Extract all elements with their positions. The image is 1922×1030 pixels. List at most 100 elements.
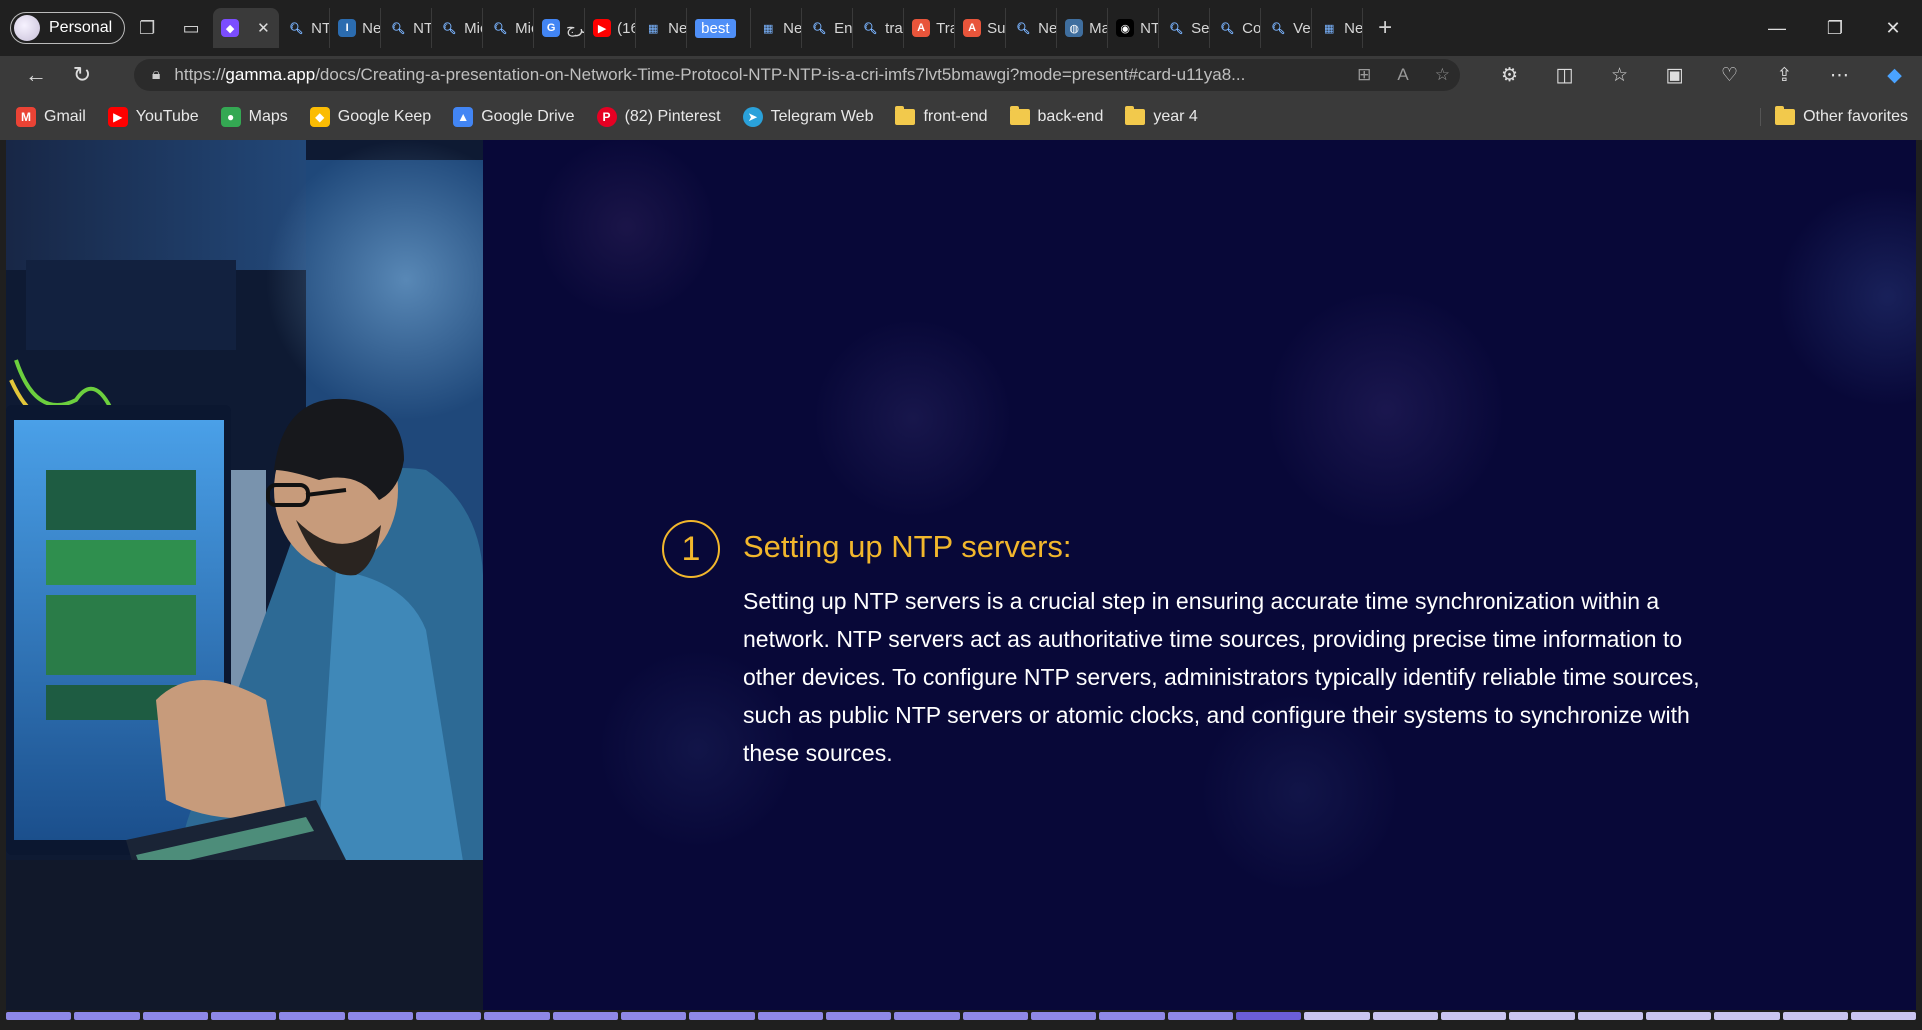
progress-segment[interactable] xyxy=(1372,1012,1438,1020)
tab-bar: Personal ❐ ▭ ◆✕🔍︎NTIINet🔍︎NTI🔍︎Mic🔍︎MicG… xyxy=(0,0,1922,56)
back-button[interactable]: ← xyxy=(14,58,58,92)
extensions-icon[interactable]: ⚙ xyxy=(1482,64,1537,87)
progress-segment[interactable] xyxy=(1714,1012,1780,1020)
progress-segment[interactable] xyxy=(1030,1012,1097,1020)
profile-button[interactable]: Personal xyxy=(10,12,126,44)
address-bar[interactable]: 🔒︎ https://gamma.app/docs/Creating-a-pre… xyxy=(133,59,1460,91)
progress-segment[interactable] xyxy=(1167,1012,1233,1020)
browser-tab[interactable]: 🔍︎ Mic xyxy=(483,8,535,48)
progress-segment[interactable] xyxy=(6,1012,72,1020)
tab-label: Nev xyxy=(783,19,803,37)
progress-segment[interactable] xyxy=(74,1012,140,1020)
other-favorites[interactable]: Other favorites xyxy=(1760,106,1908,126)
progress-segment[interactable] xyxy=(1645,1012,1712,1020)
close-tab-icon[interactable]: ✕ xyxy=(257,19,270,37)
progress-segment[interactable] xyxy=(1509,1012,1575,1020)
browser-tab[interactable]: 🔍︎ trai xyxy=(853,8,905,48)
progress-segment[interactable] xyxy=(757,1012,823,1020)
tab-label: Mic xyxy=(515,19,533,37)
read-aloud-icon[interactable]: A xyxy=(1397,65,1408,85)
browser-tab[interactable]: 🔍︎ NTI xyxy=(381,8,433,48)
favorites-icon[interactable]: ☆ xyxy=(1592,64,1647,87)
progress-segment[interactable] xyxy=(620,1012,687,1020)
tab-label: best xyxy=(695,18,736,38)
bookmark-item[interactable]: back-end xyxy=(1009,106,1103,126)
workspaces-icon[interactable]: ❐ xyxy=(125,8,169,48)
progress-segment[interactable] xyxy=(1235,1012,1302,1020)
progress-segment[interactable] xyxy=(552,1012,618,1020)
favorite-star-icon[interactable]: ☆ xyxy=(1435,65,1450,85)
browser-tab[interactable]: ◍ Ma xyxy=(1057,8,1109,48)
app-available-icon[interactable]: ⊞ xyxy=(1357,65,1371,85)
browser-tab[interactable]: ◉ NTI xyxy=(1108,8,1160,48)
url-text[interactable]: https://gamma.app/docs/Creating-a-presen… xyxy=(174,65,1331,85)
profile-label: Personal xyxy=(49,19,113,36)
lock-icon[interactable]: 🔒︎ xyxy=(152,66,161,84)
progress-segment[interactable] xyxy=(210,1012,277,1020)
refresh-button[interactable]: ↻ xyxy=(60,58,104,92)
browser-tab[interactable]: 🔍︎ Set xyxy=(1159,8,1211,48)
progress-segment[interactable] xyxy=(279,1012,345,1020)
close-window-button[interactable]: ✕ xyxy=(1864,0,1922,56)
bookmark-item[interactable]: front-end xyxy=(895,106,988,126)
browser-tab[interactable]: I Net xyxy=(330,8,382,48)
progress-segment[interactable] xyxy=(1099,1012,1165,1020)
browser-tab[interactable]: 🔍︎ Ne xyxy=(1006,8,1058,48)
slide-progress-bar[interactable] xyxy=(6,1012,1917,1020)
browser-tab[interactable]: A Sur xyxy=(955,8,1007,48)
search-icon: 🔍︎ xyxy=(1271,22,1286,35)
progress-segment[interactable] xyxy=(1782,1012,1848,1020)
copilot-icon[interactable]: ◆ xyxy=(1867,64,1922,87)
tab-label: NTI xyxy=(1140,19,1158,37)
search-icon: 🔍︎ xyxy=(1220,22,1235,35)
bookmark-item[interactable]: year 4 xyxy=(1125,106,1198,126)
browser-tab[interactable]: 🔍︎ Co xyxy=(1210,8,1262,48)
tab-label: trai xyxy=(885,19,905,37)
progress-segment[interactable] xyxy=(962,1012,1028,1020)
bookmark-item[interactable]: ● Maps xyxy=(220,107,288,127)
restore-button[interactable]: ❐ xyxy=(1806,0,1864,56)
progress-segment[interactable] xyxy=(1304,1012,1370,1020)
bookmark-item[interactable]: ◆ Google Keep xyxy=(309,107,431,127)
browser-tab[interactable]: ▦ Nev xyxy=(751,8,803,48)
tab-actions-icon[interactable]: ▭ xyxy=(169,8,213,48)
browser-tab[interactable]: G ترج xyxy=(534,8,586,48)
bookmark-item[interactable]: ▲ Google Drive xyxy=(453,107,575,127)
browser-tab[interactable]: ▦ Ne xyxy=(1312,8,1364,48)
progress-segment[interactable] xyxy=(689,1012,755,1020)
collections-icon[interactable]: ▣ xyxy=(1647,64,1702,87)
progress-segment[interactable] xyxy=(1577,1012,1643,1020)
browser-tab[interactable]: A Tra xyxy=(904,8,956,48)
split-screen-icon[interactable]: ◫ xyxy=(1537,64,1592,87)
browser-essentials-icon[interactable]: ♡ xyxy=(1702,64,1757,87)
progress-segment[interactable] xyxy=(347,1012,413,1020)
share-icon[interactable]: ⇪ xyxy=(1757,64,1812,87)
progress-segment[interactable] xyxy=(415,1012,482,1020)
progress-segment[interactable] xyxy=(484,1012,550,1020)
newtab-icon: ▦ xyxy=(1323,22,1335,35)
bookmark-item[interactable]: P (82) Pinterest xyxy=(596,107,721,127)
bookmark-item[interactable]: ▶ YouTube xyxy=(107,107,199,127)
progress-segment[interactable] xyxy=(1440,1012,1507,1020)
browser-tab[interactable]: 🔍︎ Mic xyxy=(432,8,484,48)
progress-segment[interactable] xyxy=(825,1012,892,1020)
new-tab-button[interactable]: + xyxy=(1363,8,1407,48)
bookmark-item[interactable]: ➤ Telegram Web xyxy=(742,107,873,127)
browser-tab[interactable]: best xyxy=(687,8,752,48)
presentation-slide: 1 Setting up NTP servers: Setting up NTP… xyxy=(6,140,1916,1010)
browser-tab[interactable]: 🔍︎ Ver xyxy=(1261,8,1313,48)
slide-image xyxy=(6,140,483,1010)
browser-tab[interactable]: 🔍︎ NTI xyxy=(279,8,331,48)
tab-strip: ◆✕🔍︎NTIINet🔍︎NTI🔍︎Mic🔍︎MicGترج▶(16▦Nebes… xyxy=(213,8,1364,48)
browser-tab[interactable]: ▶ (16 xyxy=(585,8,637,48)
browser-tab[interactable]: ◆ ✕ xyxy=(213,8,280,48)
progress-segment[interactable] xyxy=(142,1012,208,1020)
progress-segment[interactable] xyxy=(894,1012,960,1020)
minimize-button[interactable]: — xyxy=(1748,0,1806,56)
progress-segment[interactable] xyxy=(1850,1012,1917,1020)
bookmark-item[interactable]: M Gmail xyxy=(16,107,86,127)
browser-tab[interactable]: ▦ Ne xyxy=(636,8,688,48)
more-menu-icon[interactable]: ⋯ xyxy=(1812,64,1867,87)
newtab-icon: ▦ xyxy=(762,22,774,35)
browser-tab[interactable]: 🔍︎ Ens xyxy=(802,8,854,48)
